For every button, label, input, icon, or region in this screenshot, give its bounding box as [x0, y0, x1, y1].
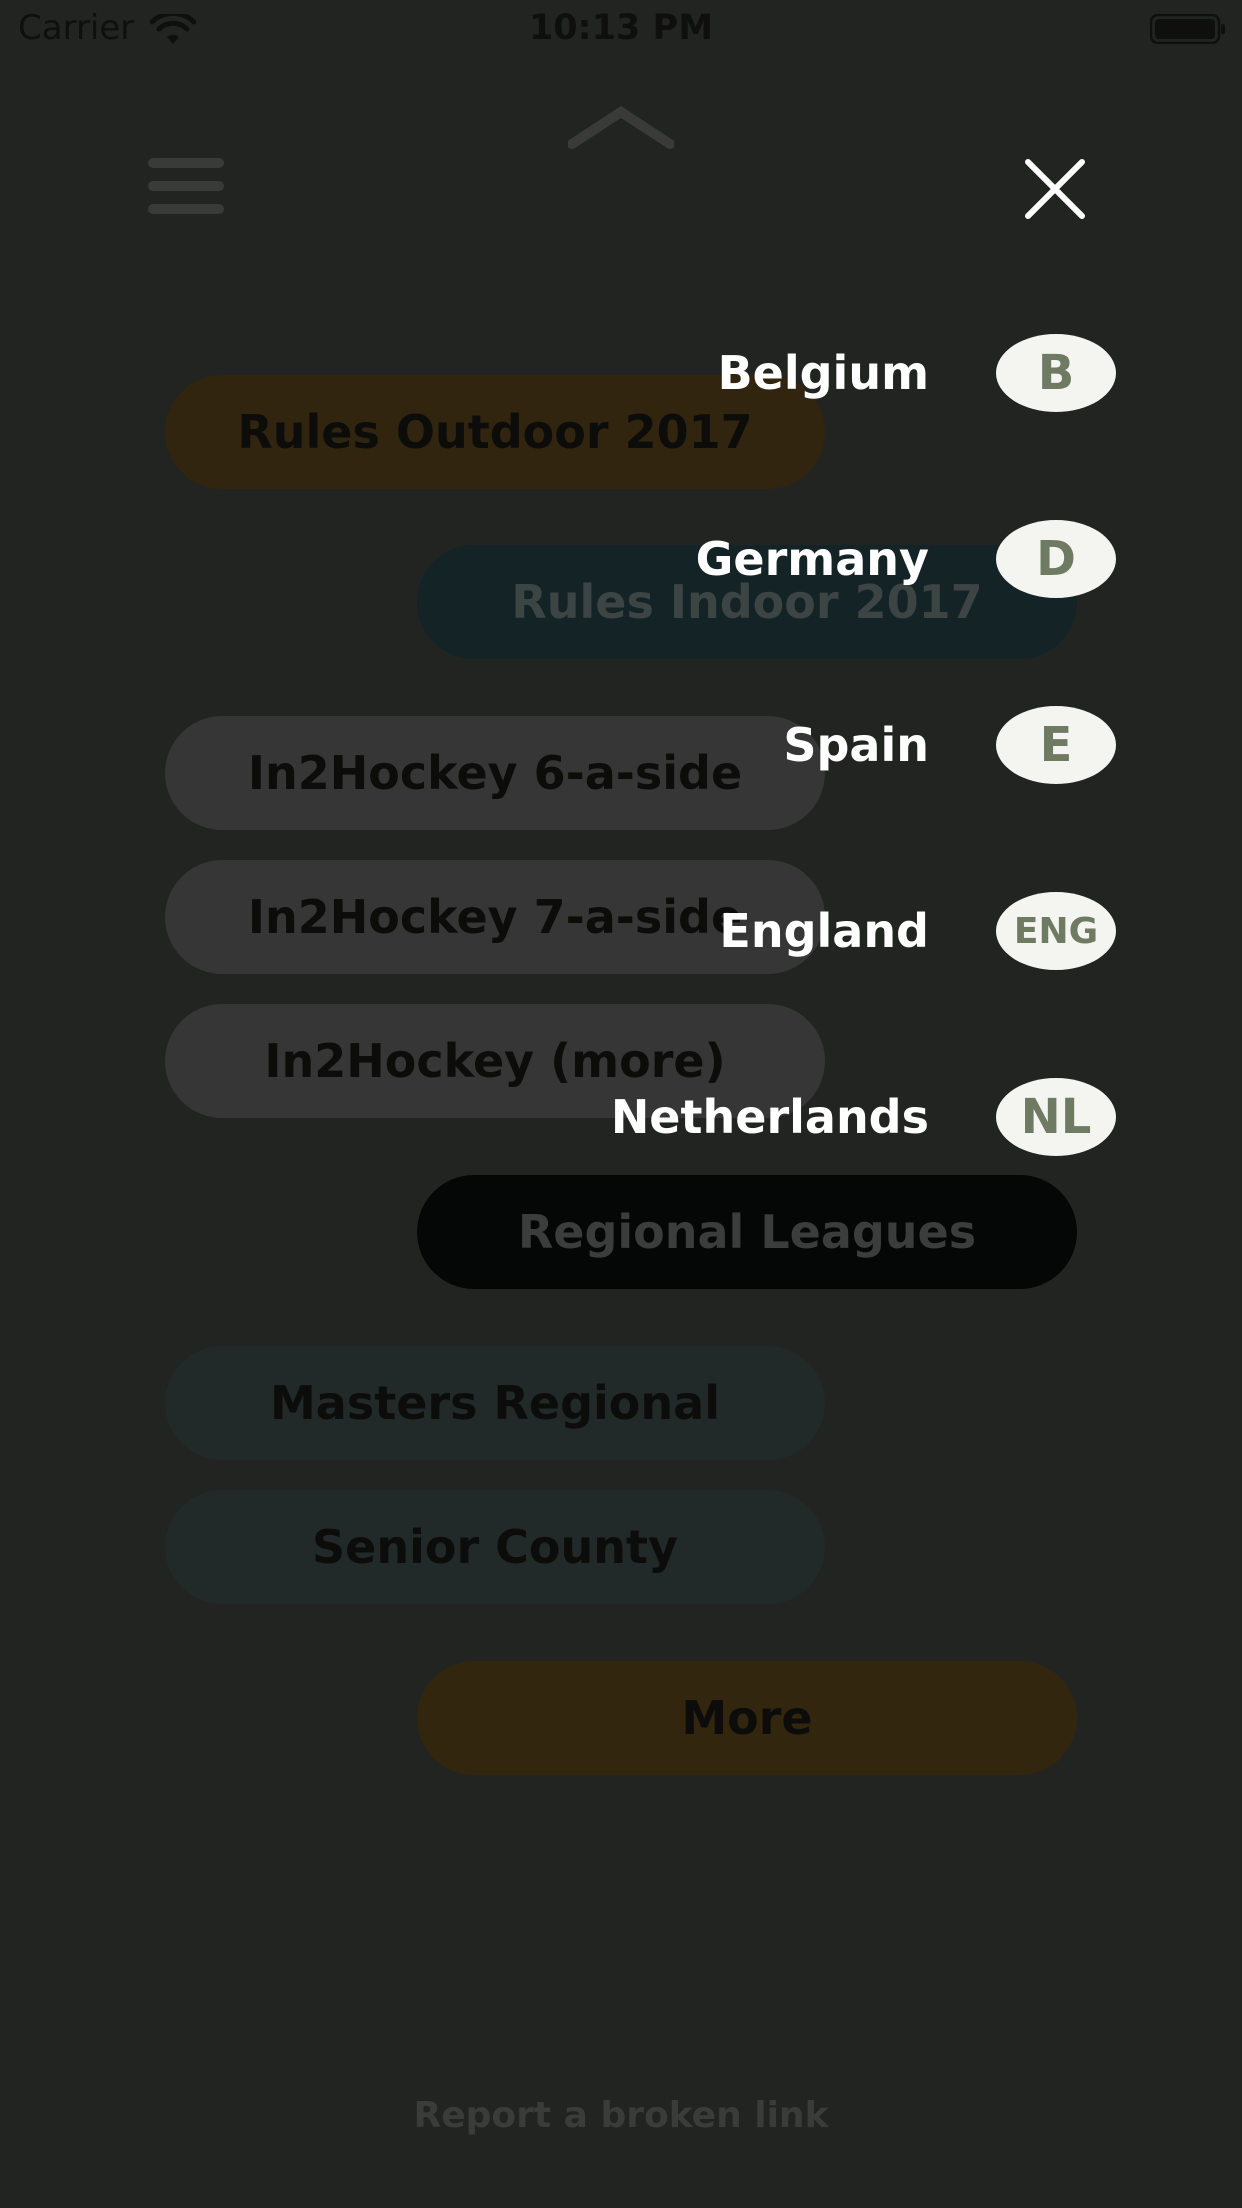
language-label-spain[interactable]: Spain — [783, 705, 929, 785]
report-broken-link[interactable]: Report a broken link — [0, 2095, 1242, 2136]
language-badge-belgium[interactable]: B — [996, 334, 1116, 412]
more-button[interactable]: More — [417, 1661, 1077, 1775]
language-label-belgium[interactable]: Belgium — [718, 333, 929, 413]
close-icon[interactable] — [1022, 156, 1088, 222]
chevron-up-icon[interactable] — [568, 100, 674, 150]
masters-regional-button[interactable]: Masters Regional — [165, 1346, 825, 1460]
language-badge-germany[interactable]: D — [996, 520, 1116, 598]
language-badge-netherlands[interactable]: NL — [996, 1078, 1116, 1156]
language-label-germany[interactable]: Germany — [696, 519, 929, 599]
language-badge-spain[interactable]: E — [996, 706, 1116, 784]
hamburger-menu-icon[interactable] — [148, 158, 224, 214]
language-label-england[interactable]: England — [719, 891, 929, 971]
status-time: 10:13 PM — [528, 8, 714, 48]
regional-leagues-button[interactable]: Regional Leagues — [417, 1175, 1077, 1289]
status-bar: Carrier 10:13 PM — [0, 0, 1242, 60]
senior-county-button[interactable]: Senior County — [165, 1490, 825, 1604]
battery-icon — [1150, 14, 1225, 44]
language-badge-england[interactable]: ENG — [996, 892, 1116, 970]
language-label-netherlands[interactable]: Netherlands — [611, 1077, 929, 1157]
in2hockey-6-a-side-button[interactable]: In2Hockey 6-a-side — [165, 716, 825, 830]
